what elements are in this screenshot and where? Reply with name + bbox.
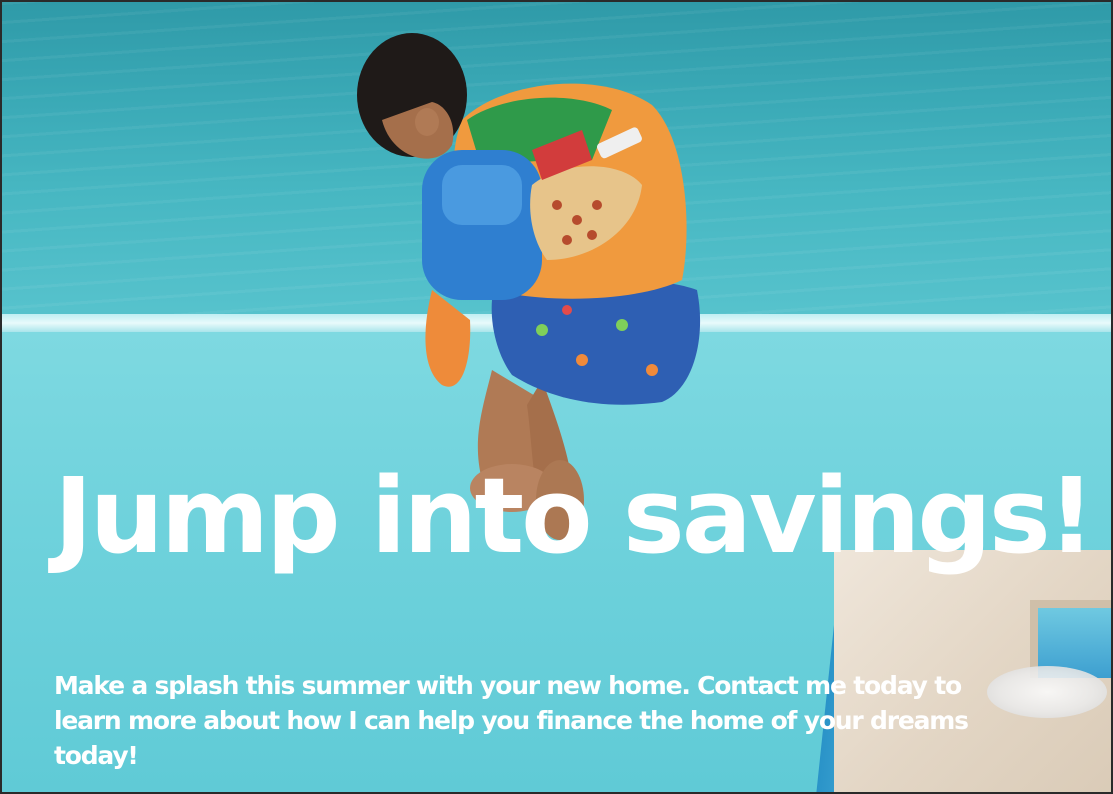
promo-banner: Jump into savings! Make a splash this su… [0,0,1113,794]
body-text: Make a splash this summer with your new … [54,671,969,770]
headline: Jump into savings! [54,455,1095,577]
